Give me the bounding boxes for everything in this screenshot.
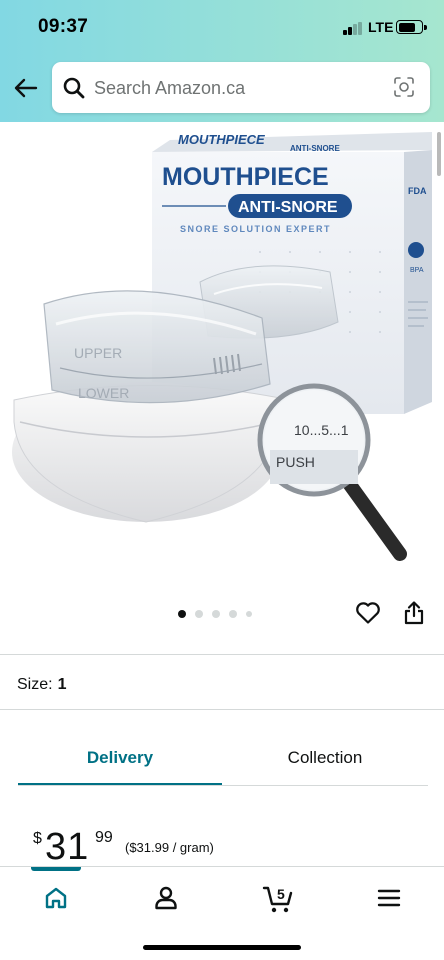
cart-icon: 5 xyxy=(262,886,293,913)
product-subtitle: ANTI-SNORE xyxy=(238,199,338,216)
image-carousel-dots[interactable] xyxy=(178,609,252,619)
nav-account[interactable] xyxy=(141,879,191,919)
tab-delivery[interactable]: Delivery xyxy=(18,748,222,768)
camera-scan-icon[interactable] xyxy=(392,75,416,99)
box-top-subtitle: ANTI-SNORE xyxy=(290,144,340,153)
signal-icon xyxy=(343,22,365,35)
back-arrow-icon[interactable] xyxy=(12,74,40,102)
box-top-brand: MOUTHPIECE xyxy=(178,132,265,147)
unit-price: ($31.99 / gram) xyxy=(125,840,214,855)
product-tagline: SNORE SOLUTION EXPERT xyxy=(180,224,331,234)
price-fraction: 99 xyxy=(95,829,113,846)
size-label: Size: xyxy=(17,676,53,693)
nav-home[interactable] xyxy=(31,879,81,919)
magnifier-label: PUSH xyxy=(276,454,315,470)
product-brand: MOUTHPIECE xyxy=(162,163,329,191)
size-value: 1 xyxy=(57,676,67,693)
carousel-dot-1[interactable] xyxy=(178,610,186,618)
label-lower: LOWER xyxy=(78,385,129,401)
nav-menu[interactable] xyxy=(364,879,414,919)
search-icon xyxy=(63,77,85,99)
carousel-dot-4[interactable] xyxy=(229,610,237,618)
label-upper: UPPER xyxy=(74,345,122,361)
network-type: LTE xyxy=(368,19,394,35)
status-time: 09:37 xyxy=(38,16,89,37)
carousel-dot-2[interactable] xyxy=(195,610,203,618)
magnifier-numbers: 10...5...1 xyxy=(294,422,349,438)
tab-collection[interactable]: Collection xyxy=(222,748,428,768)
tabs-divider xyxy=(18,785,428,786)
search-bar[interactable]: Search Amazon.ca xyxy=(52,62,430,113)
badge-bpa: BPA xyxy=(410,267,424,274)
search-input[interactable]: Search Amazon.ca xyxy=(94,78,245,99)
share-icon[interactable] xyxy=(403,600,425,626)
status-bar: 09:37 LTE xyxy=(0,0,444,54)
home-indicator xyxy=(143,945,301,950)
product-image[interactable]: MOUTHPIECE ANTI-SNORE FDA BPA MOUTHPIECE… xyxy=(0,122,444,592)
price-whole: 31 xyxy=(45,826,90,868)
carousel-dot-3[interactable] xyxy=(212,610,220,618)
nav-cart[interactable]: 5 xyxy=(251,879,301,919)
account-icon xyxy=(155,886,177,910)
header: 09:37 LTE Search Amazon.ca xyxy=(0,0,444,122)
price-currency: $ xyxy=(33,830,42,847)
badge-fda: FDA xyxy=(408,186,427,196)
section-divider xyxy=(0,654,444,655)
wishlist-heart-icon[interactable] xyxy=(355,601,381,625)
image-scrollbar[interactable] xyxy=(437,132,441,176)
active-nav-indicator xyxy=(31,867,81,871)
size-selector[interactable]: Size: 1 xyxy=(17,676,66,694)
menu-icon xyxy=(377,889,401,907)
battery-icon xyxy=(396,20,427,34)
section-divider xyxy=(0,709,444,710)
home-icon xyxy=(45,887,67,909)
cart-count: 5 xyxy=(277,886,285,902)
carousel-dot-5[interactable] xyxy=(246,611,252,617)
